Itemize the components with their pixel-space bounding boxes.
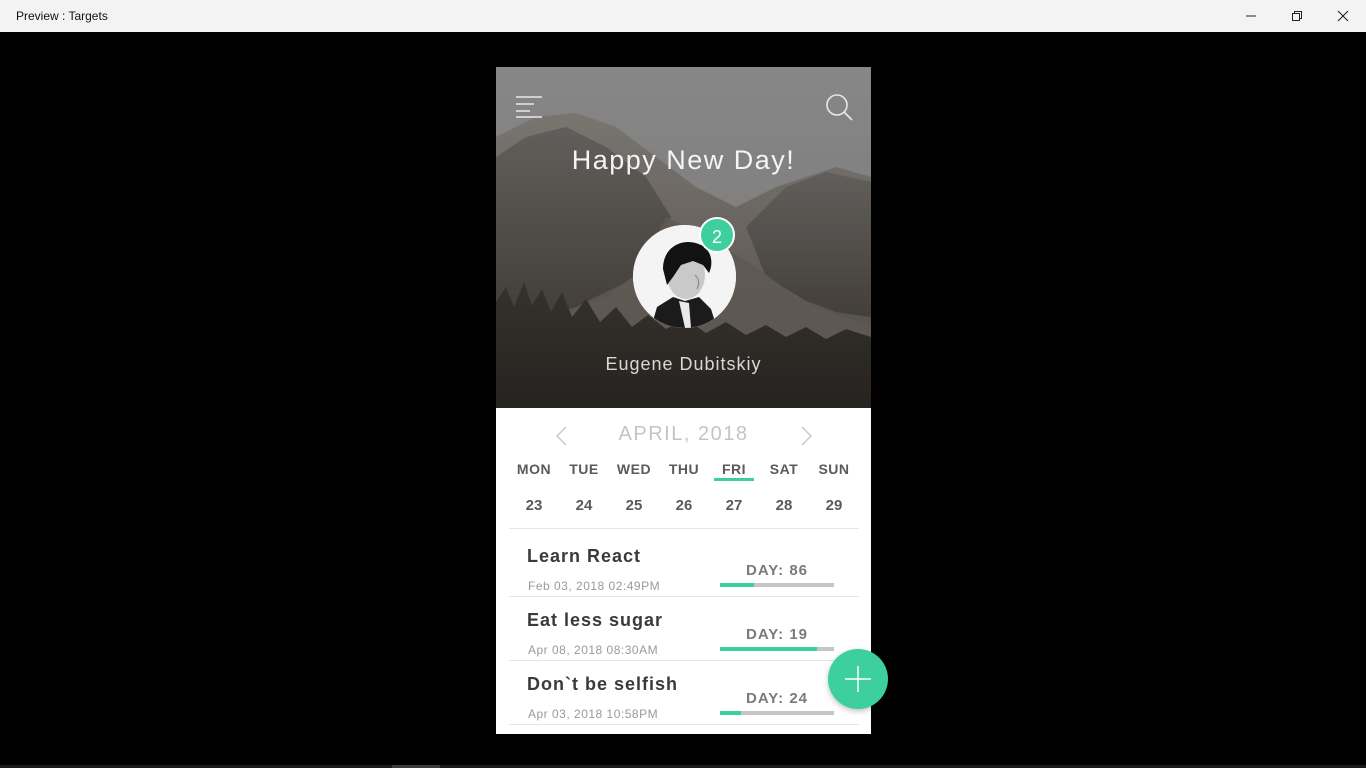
date-row: 23 24 25 26 27 28 29 — [509, 497, 859, 517]
target-item[interactable]: Learn React Feb 03, 2018 02:49PM DAY: 86 — [509, 532, 859, 596]
weekday-row: MON TUE WED THU FRI SAT SUN — [509, 459, 859, 489]
app-screen: Happy New Day! 2 Eugene Dubitskiy APRIL,… — [496, 67, 871, 734]
divider — [509, 528, 859, 529]
search-button[interactable] — [825, 93, 853, 121]
target-progress-bar — [720, 583, 834, 587]
plus-icon — [845, 666, 871, 692]
restore-icon — [1292, 11, 1302, 21]
window-titlebar: Preview : Targets — [0, 0, 1366, 32]
target-created-date: Apr 03, 2018 10:58PM — [528, 707, 659, 721]
close-icon — [1337, 10, 1349, 22]
target-created-date: Feb 03, 2018 02:49PM — [528, 579, 661, 593]
date-24[interactable]: 24 — [559, 497, 609, 517]
close-button[interactable] — [1320, 0, 1366, 32]
add-target-button[interactable] — [828, 649, 888, 709]
target-day-count: DAY: 86 — [745, 562, 809, 579]
weekday-sun[interactable]: SUN — [809, 459, 859, 489]
target-item[interactable]: Eat less sugar Apr 08, 2018 08:30AM DAY:… — [509, 596, 859, 660]
target-progress-fill — [720, 583, 755, 587]
target-name: Eat less sugar — [527, 610, 664, 630]
divider — [509, 724, 859, 725]
target-name: Learn React — [527, 546, 642, 566]
month-navigation: APRIL, 2018 — [496, 421, 871, 451]
date-27[interactable]: 27 — [709, 497, 759, 517]
notification-badge: 2 — [699, 217, 735, 253]
weekday-mon[interactable]: MON — [509, 459, 559, 489]
user-name: Eugene Dubitskiy — [605, 354, 762, 374]
weekday-fri-selected[interactable]: FRI — [709, 459, 759, 489]
minimize-icon — [1246, 15, 1256, 17]
target-name: Don`t be selfish — [527, 674, 679, 694]
menu-icon — [516, 96, 542, 118]
weekday-sat[interactable]: SAT — [759, 459, 809, 489]
date-28[interactable]: 28 — [759, 497, 809, 517]
minimize-button[interactable] — [1228, 0, 1274, 32]
weekday-thu[interactable]: THU — [659, 459, 709, 489]
date-23[interactable]: 23 — [509, 497, 559, 517]
target-item[interactable]: Don`t be selfish Apr 03, 2018 10:58PM DA… — [509, 660, 859, 724]
chevron-right-icon — [801, 426, 812, 446]
restore-button[interactable] — [1274, 0, 1320, 32]
date-29[interactable]: 29 — [809, 497, 859, 517]
next-month-button[interactable] — [796, 425, 816, 447]
search-icon — [826, 94, 853, 121]
date-25[interactable]: 25 — [609, 497, 659, 517]
target-progress-bar — [720, 647, 834, 651]
target-day-count: DAY: 19 — [745, 626, 809, 643]
target-created-date: Apr 08, 2018 08:30AM — [528, 643, 659, 657]
header-banner: Happy New Day! 2 Eugene Dubitskiy — [496, 67, 871, 408]
greeting-title: Happy New Day! — [571, 145, 796, 175]
target-day-count: DAY: 24 — [745, 690, 809, 707]
target-progress-fill — [720, 711, 741, 715]
weekday-wed[interactable]: WED — [609, 459, 659, 489]
date-26[interactable]: 26 — [659, 497, 709, 517]
target-progress-fill — [720, 647, 817, 651]
window-title: Preview : Targets — [16, 9, 108, 23]
weekday-tue[interactable]: TUE — [559, 459, 609, 489]
menu-button[interactable] — [516, 96, 542, 118]
target-progress-bar — [720, 711, 834, 715]
